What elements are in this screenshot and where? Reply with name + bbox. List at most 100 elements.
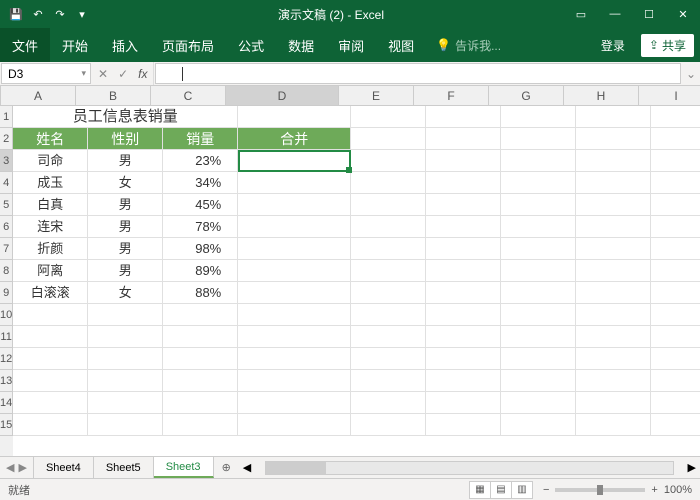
cell[interactable] — [651, 326, 700, 348]
col-header-b[interactable]: B — [76, 86, 151, 105]
cell[interactable] — [426, 216, 501, 238]
cell[interactable] — [651, 150, 700, 172]
cell[interactable] — [501, 216, 576, 238]
cell[interactable] — [501, 106, 576, 128]
row-header[interactable]: 6 — [0, 216, 13, 238]
ribbon-options-icon[interactable]: ▭ — [564, 0, 598, 28]
expand-formula-bar-icon[interactable]: ⌄ — [682, 62, 700, 85]
cell[interactable] — [501, 282, 576, 304]
cell[interactable] — [163, 326, 238, 348]
row-header[interactable]: 8 — [0, 260, 13, 282]
cell-name[interactable]: 白滚滚 — [13, 282, 88, 304]
cell[interactable] — [426, 282, 501, 304]
name-box[interactable]: D3 — [1, 63, 91, 84]
cell-name[interactable]: 白真 — [13, 194, 88, 216]
close-button[interactable]: ✕ — [666, 0, 700, 28]
tab-page-layout[interactable]: 页面布局 — [150, 28, 226, 62]
cell[interactable] — [576, 414, 651, 436]
cell[interactable] — [238, 392, 351, 414]
cell[interactable] — [238, 150, 351, 172]
cell[interactable] — [651, 106, 700, 128]
cell[interactable] — [651, 304, 700, 326]
cell[interactable] — [426, 194, 501, 216]
cell[interactable] — [13, 348, 88, 370]
cell[interactable] — [238, 370, 351, 392]
cell[interactable] — [501, 128, 576, 150]
cell[interactable] — [426, 106, 501, 128]
tab-file[interactable]: 文件 — [0, 28, 50, 62]
cell[interactable] — [351, 370, 426, 392]
cell[interactable] — [651, 194, 700, 216]
horizontal-scrollbar[interactable]: ◀ ▶ — [239, 457, 700, 478]
cell[interactable] — [351, 172, 426, 194]
row-header[interactable]: 9 — [0, 282, 13, 304]
undo-icon[interactable]: ↶ — [30, 6, 46, 22]
cell[interactable] — [13, 414, 88, 436]
col-header-i[interactable]: I — [639, 86, 700, 105]
zoom-slider[interactable] — [555, 488, 645, 492]
cell[interactable] — [501, 304, 576, 326]
cell[interactable] — [426, 260, 501, 282]
cell[interactable] — [576, 392, 651, 414]
cell-name[interactable]: 连宋 — [13, 216, 88, 238]
row-header[interactable]: 12 — [0, 348, 13, 370]
row-header[interactable]: 15 — [0, 414, 13, 436]
sheet-tab-active[interactable]: Sheet3 — [154, 457, 214, 478]
tab-home[interactable]: 开始 — [50, 28, 100, 62]
fx-icon[interactable]: fx — [138, 67, 147, 81]
cell[interactable] — [238, 216, 351, 238]
cell[interactable] — [576, 326, 651, 348]
zoom-out-button[interactable]: − — [543, 484, 549, 496]
cell[interactable] — [351, 150, 426, 172]
cell[interactable] — [576, 260, 651, 282]
cell[interactable] — [351, 304, 426, 326]
cells-area[interactable]: 员工信息表销量 姓名 性别 销量 合并 司命男23%成玉女34%白真男45%连宋… — [13, 106, 700, 456]
row-header[interactable]: 2 — [0, 128, 13, 150]
cell[interactable] — [576, 172, 651, 194]
tab-insert[interactable]: 插入 — [100, 28, 150, 62]
cell-pct[interactable]: 78% — [163, 216, 238, 238]
cell[interactable] — [651, 172, 700, 194]
cell[interactable] — [576, 282, 651, 304]
row-header[interactable]: 13 — [0, 370, 13, 392]
cell-gender[interactable]: 男 — [88, 238, 163, 260]
cell[interactable] — [238, 106, 351, 128]
tell-me-search[interactable]: 💡 告诉我... — [426, 37, 511, 54]
cell[interactable] — [576, 216, 651, 238]
cell-pct[interactable]: 45% — [163, 194, 238, 216]
cell[interactable] — [651, 216, 700, 238]
header-gender[interactable]: 性别 — [88, 128, 163, 150]
cell[interactable] — [501, 150, 576, 172]
cell-pct[interactable]: 34% — [163, 172, 238, 194]
cell[interactable] — [88, 370, 163, 392]
cell[interactable] — [651, 238, 700, 260]
cell[interactable] — [88, 414, 163, 436]
cell[interactable] — [238, 304, 351, 326]
qat-customize-icon[interactable]: ▾ — [74, 6, 90, 22]
cancel-formula-icon[interactable]: ✕ — [98, 67, 108, 81]
col-header-c[interactable]: C — [151, 86, 226, 105]
cell[interactable] — [576, 304, 651, 326]
cell[interactable] — [351, 106, 426, 128]
save-icon[interactable]: 💾 — [8, 6, 24, 22]
col-header-g[interactable]: G — [489, 86, 564, 105]
cell[interactable] — [426, 370, 501, 392]
cell[interactable] — [426, 414, 501, 436]
tab-formulas[interactable]: 公式 — [226, 28, 276, 62]
view-page-break-button[interactable]: ▥ — [511, 481, 533, 499]
row-header[interactable]: 5 — [0, 194, 13, 216]
cell[interactable] — [351, 238, 426, 260]
cell[interactable] — [351, 414, 426, 436]
cell-name[interactable]: 折颜 — [13, 238, 88, 260]
cell[interactable] — [501, 238, 576, 260]
cell[interactable] — [576, 370, 651, 392]
sheet-nav-prev-icon[interactable]: ◀ — [6, 461, 14, 474]
cell[interactable] — [426, 304, 501, 326]
cell-pct[interactable]: 89% — [163, 260, 238, 282]
cell[interactable] — [651, 348, 700, 370]
scroll-track[interactable] — [265, 461, 673, 475]
select-all-button[interactable] — [0, 86, 1, 105]
header-sales[interactable]: 销量 — [163, 128, 238, 150]
cell[interactable] — [651, 128, 700, 150]
row-header[interactable]: 14 — [0, 392, 13, 414]
